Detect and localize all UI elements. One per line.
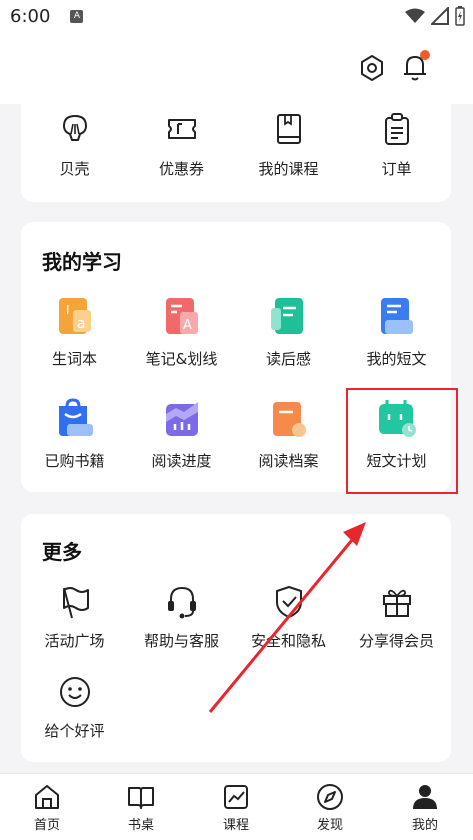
status-time: 6:00 <box>10 5 51 27</box>
open-book-icon <box>128 787 154 809</box>
battery-icon <box>455 6 465 26</box>
orders-item[interactable]: 订单 <box>343 112 450 179</box>
notes-label: 笔记&划线 <box>145 350 218 368</box>
my-courses-label: 我的课程 <box>258 160 319 178</box>
my-courses-item[interactable]: 我的课程 <box>235 112 342 179</box>
activity-square-label: 活动广场 <box>44 632 105 650</box>
settings-icon[interactable] <box>358 54 386 82</box>
my-articles-item[interactable]: 我的短文 <box>343 296 450 369</box>
top-bar <box>0 32 473 104</box>
svg-text:a: a <box>77 316 86 332</box>
coupon-icon <box>167 119 196 139</box>
nav-courses-label: 课程 <box>222 818 249 833</box>
activity-square-item[interactable]: 活动广场 <box>21 584 128 651</box>
home-icon <box>35 785 59 809</box>
nav-home-label: 首页 <box>33 818 60 833</box>
reading-archive-label: 阅读档案 <box>258 452 319 470</box>
vocabulary-item[interactable]: I a 生词本 <box>21 296 128 369</box>
chart-icon <box>224 785 248 809</box>
nav-desk[interactable]: 书桌 <box>94 782 188 833</box>
purchased-books-label: 已购书籍 <box>44 452 105 470</box>
wifi-icon <box>405 8 425 23</box>
purchased-books-item[interactable]: 已购书籍 <box>21 398 128 471</box>
flag-icon <box>62 587 89 619</box>
review-item[interactable]: 读后感 <box>235 296 342 369</box>
signal-icon <box>431 7 449 25</box>
clipboard-icon <box>384 113 409 145</box>
share-membership-item[interactable]: 分享得会员 <box>343 584 450 651</box>
highlight-box <box>346 388 458 494</box>
shell-item[interactable]: 贝壳 <box>21 112 128 179</box>
more-title: 更多 <box>42 540 82 564</box>
notification-badge: A <box>70 9 84 23</box>
notes-item[interactable]: A 笔记&划线 <box>128 296 235 369</box>
share-membership-label: 分享得会员 <box>358 632 434 650</box>
person-icon <box>413 785 437 809</box>
notes-icon: A <box>165 298 198 334</box>
my-study-title: 我的学习 <box>42 250 122 274</box>
nav-mine-label: 我的 <box>411 818 438 833</box>
coupon-label: 优惠券 <box>158 160 204 178</box>
reading-archive-item[interactable]: 阅读档案 <box>235 398 342 471</box>
gift-icon <box>382 589 411 617</box>
nav-desk-label: 书桌 <box>127 818 154 833</box>
bottom-nav: 首页 书桌 课程 发现 我的 <box>0 773 473 840</box>
status-bar: 6:00 A <box>0 0 473 32</box>
nav-home[interactable]: 首页 <box>0 782 94 833</box>
review-label: 读后感 <box>265 350 311 368</box>
reading-archive-icon <box>272 402 306 437</box>
shell-label: 贝壳 <box>59 160 90 178</box>
review-icon <box>270 298 303 334</box>
status-icons <box>405 6 465 26</box>
help-service-item[interactable]: 帮助与客服 <box>128 584 235 651</box>
svg-text:A: A <box>183 318 192 333</box>
reading-progress-item[interactable]: 阅读进度 <box>128 398 235 471</box>
rate-us-label: 给个好评 <box>44 722 105 740</box>
coupon-item[interactable]: 优惠券 <box>128 112 235 179</box>
smile-icon <box>59 677 90 707</box>
nav-discover[interactable]: 发现 <box>283 782 377 833</box>
article-icon <box>380 298 413 334</box>
svg-text:I: I <box>66 303 70 317</box>
more-card: 更多 活动广场 帮助与客服 安全和隐私 分享得会员 给个好评 <box>21 514 451 762</box>
vocabulary-icon: I a <box>58 298 91 334</box>
rate-us-item[interactable]: 给个好评 <box>21 674 128 741</box>
compass-icon <box>317 784 343 810</box>
nav-courses[interactable]: 课程 <box>189 782 283 833</box>
security-privacy-label: 安全和隐私 <box>250 632 326 650</box>
nav-mine[interactable]: 我的 <box>378 782 472 833</box>
reading-progress-label: 阅读进度 <box>151 452 212 470</box>
quick-links-card: 贝壳 优惠券 我的课程 订单 <box>21 104 451 202</box>
purchased-books-icon <box>58 398 93 436</box>
nav-discover-label: 发现 <box>316 818 343 833</box>
help-service-label: 帮助与客服 <box>143 632 219 650</box>
reading-progress-icon <box>165 402 198 436</box>
orders-label: 订单 <box>381 160 412 178</box>
book-icon <box>276 114 301 144</box>
vocabulary-label: 生词本 <box>51 350 97 368</box>
security-privacy-item[interactable]: 安全和隐私 <box>235 584 342 651</box>
shell-icon <box>62 115 87 141</box>
headset-icon <box>167 586 196 619</box>
my-articles-label: 我的短文 <box>366 350 427 368</box>
notification-dot <box>420 50 430 60</box>
shield-icon <box>275 586 302 618</box>
